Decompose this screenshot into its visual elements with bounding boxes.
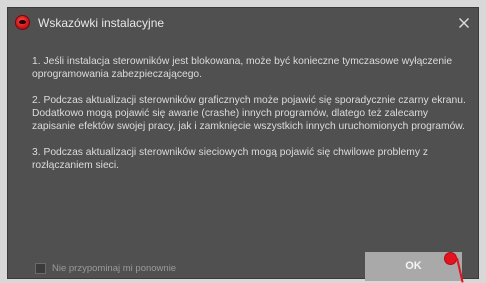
click-marker [445,253,456,264]
dont-remind-checkbox[interactable] [35,263,46,274]
title-bar: Wskazówki instalacyjne [8,8,478,38]
msi-dragon-icon [15,15,30,30]
dialog-footer: Nie przypominaj mi ponownie OK [8,244,478,281]
tip-paragraph-3: 3. Podczas aktualizacji sterowników siec… [32,147,429,171]
tip-paragraph-1: 1. Jeśli instalacja sterowników jest blo… [32,56,453,80]
tip-paragraph-2: 2. Podczas aktualizacji sterowników graf… [32,95,466,132]
installation-tips-dialog: Wskazówki instalacyjne 1. Jeśli instalac… [7,7,479,281]
window-title: Wskazówki instalacyjne [38,16,165,30]
tips-content: 1. Jeśli instalacja sterowników jest blo… [32,55,468,185]
close-button[interactable] [456,15,472,31]
dont-remind-label[interactable]: Nie przypominaj mi ponownie [52,263,176,275]
close-icon [459,18,469,28]
